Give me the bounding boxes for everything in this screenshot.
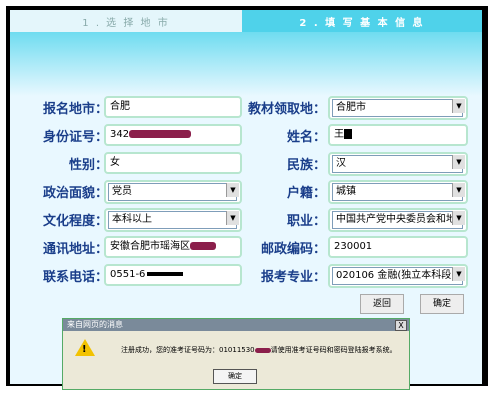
- postcode-label: 邮政编码：: [260, 242, 326, 257]
- occupation-label: 职业：: [286, 214, 326, 229]
- redaction-mark: [254, 347, 271, 353]
- dropdown-arrow-icon[interactable]: ▼: [452, 99, 465, 113]
- ethnicity-label: 民族：: [286, 158, 326, 173]
- phone-value: 0551-6: [110, 269, 146, 280]
- step-bar: 1 . 选 择 地 市 2 . 填 写 基 本 信 息: [10, 10, 482, 32]
- city-field[interactable]: 合肥: [104, 96, 242, 118]
- id-number-value: 342: [110, 129, 130, 140]
- dropdown-arrow-icon[interactable]: ▼: [226, 211, 239, 225]
- major-value: 020106 金融(独立本科段): [332, 267, 463, 285]
- gender-label: 性别：: [68, 158, 108, 173]
- household-select[interactable]: 城镇 ▼: [328, 180, 468, 204]
- education-value: 本科以上: [108, 211, 237, 229]
- confirm-button[interactable]: 确定: [420, 294, 464, 314]
- message-dialog: 来自网页的消息 X ! 注册成功，您的准考证号码为：01011530 请使用准考证…: [62, 318, 410, 390]
- textbook-location-value: 合肥市: [332, 99, 463, 117]
- name-value: 王: [334, 129, 344, 140]
- redaction-box: [147, 272, 184, 276]
- dropdown-arrow-icon[interactable]: ▼: [452, 155, 465, 169]
- gender-field[interactable]: 女: [104, 152, 242, 174]
- dropdown-arrow-icon[interactable]: ▼: [226, 183, 239, 197]
- education-label: 文化程度：: [42, 214, 108, 229]
- politics-value: 党员: [108, 183, 237, 201]
- warning-mark: !: [82, 344, 87, 355]
- dialog-message: 注册成功，您的准考证号码为：01011530 请使用准考证号码和密码登陆报考系统。: [121, 345, 397, 355]
- textbook-location-label: 教材领取地：: [247, 102, 326, 117]
- education-select[interactable]: 本科以上 ▼: [104, 208, 242, 232]
- household-value: 城镇: [332, 183, 463, 201]
- major-select[interactable]: 020106 金融(独立本科段) ▼: [328, 264, 468, 288]
- politics-label: 政治面貌：: [42, 186, 108, 201]
- ethnicity-select[interactable]: 汉 ▼: [328, 152, 468, 176]
- politics-select[interactable]: 党员 ▼: [104, 180, 242, 204]
- step-select-city: 1 . 选 择 地 市: [10, 10, 242, 32]
- city-label: 报名地市：: [42, 102, 108, 117]
- step-fill-info: 2 . 填 写 基 本 信 息: [242, 10, 482, 32]
- name-field[interactable]: 王: [328, 124, 468, 146]
- dialog-message-prefix: 注册成功，您的准考证号码为：01011530: [121, 346, 255, 354]
- postcode-field[interactable]: 230001: [328, 236, 468, 258]
- occupation-value: 中国共产党中央委员会和地方: [332, 211, 463, 229]
- redaction-box: [344, 129, 352, 139]
- redaction-mark: [190, 242, 216, 250]
- household-label: 户籍：: [286, 186, 326, 201]
- occupation-select[interactable]: 中国共产党中央委员会和地方 ▼: [328, 208, 468, 232]
- back-button[interactable]: 返回: [360, 294, 404, 314]
- ethnicity-value: 汉: [332, 155, 463, 173]
- header-band: [10, 32, 482, 96]
- dialog-message-suffix: 请使用准考证号码和密码登陆报考系统。: [270, 346, 397, 354]
- address-field[interactable]: 安徽合肥市瑶海区: [104, 236, 242, 258]
- dialog-ok-button[interactable]: 确定: [213, 369, 257, 384]
- textbook-location-select[interactable]: 合肥市 ▼: [328, 96, 468, 120]
- dialog-title: 来自网页的消息: [63, 319, 409, 331]
- dropdown-arrow-icon[interactable]: ▼: [452, 211, 465, 225]
- major-label: 报考专业：: [260, 270, 326, 285]
- id-number-field[interactable]: 342: [104, 124, 242, 146]
- redaction-mark: [129, 130, 192, 138]
- phone-field[interactable]: 0551-6: [104, 264, 242, 286]
- address-label: 通讯地址：: [42, 242, 108, 257]
- address-value: 安徽合肥市瑶海区: [110, 241, 190, 252]
- close-icon[interactable]: X: [395, 320, 407, 331]
- dropdown-arrow-icon[interactable]: ▼: [452, 267, 465, 281]
- id-number-label: 身份证号：: [42, 130, 108, 145]
- dropdown-arrow-icon[interactable]: ▼: [452, 183, 465, 197]
- phone-label: 联系电话：: [42, 270, 108, 285]
- name-label: 姓名：: [286, 130, 326, 145]
